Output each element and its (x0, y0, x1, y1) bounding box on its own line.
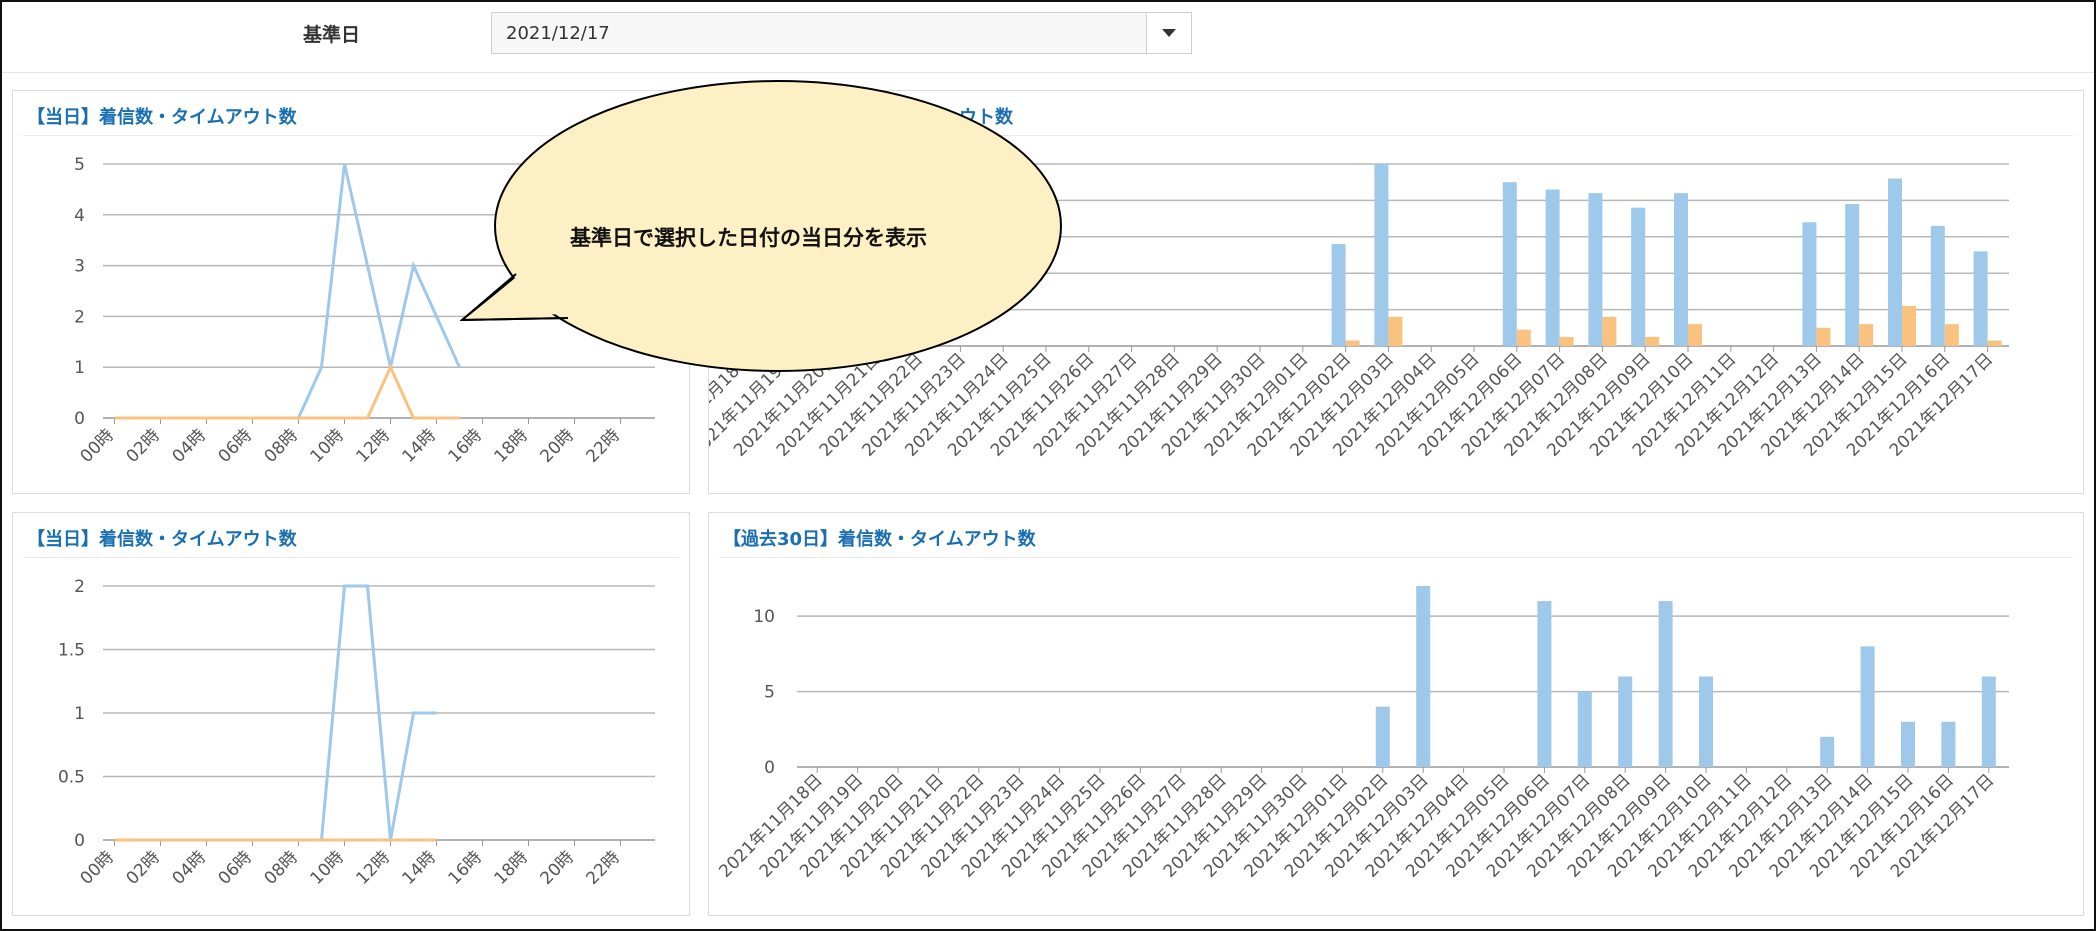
x-tick-label: 10時 (307, 425, 348, 466)
x-tick-label: 04時 (169, 847, 210, 888)
x-tick-label: 12時 (353, 847, 394, 888)
bar-timeout (1816, 327, 1831, 346)
series-line-1 (114, 363, 460, 420)
bar-incoming (1802, 222, 1817, 346)
bar-incoming (1658, 601, 1673, 767)
x-tick-label: 04時 (169, 425, 210, 466)
x-tick-label: 02時 (123, 847, 164, 888)
y-tick-label: 5 (74, 155, 85, 175)
x-tick-label: 06時 (215, 425, 256, 466)
bar-incoming (1981, 676, 1996, 767)
x-tick-label: 00時 (77, 425, 118, 466)
bar-timeout (1345, 340, 1360, 346)
x-tick-label: 22時 (583, 425, 624, 466)
bar-timeout (1688, 324, 1702, 346)
x-tick-label: 08時 (261, 847, 302, 888)
bar-incoming (1331, 244, 1346, 346)
x-tick-label: 00時 (77, 847, 118, 888)
panel-today-bottom: 【当日】着信数・タイムアウト数 0 0.5 1 1.5 2 00時 02時 04時 06時 08時… (12, 512, 690, 916)
y-tick-label: 0 (74, 409, 85, 429)
bar-incoming (1416, 586, 1431, 767)
bar-incoming (1502, 182, 1517, 346)
y-tick-label: 10 (753, 607, 775, 627)
bar-incoming (1577, 691, 1592, 767)
base-date-dropdown-button[interactable] (1146, 13, 1191, 53)
base-date-label: 基準日 (303, 24, 361, 46)
bar-incoming (1699, 676, 1713, 767)
x-tick-label: 16時 (445, 847, 486, 888)
series-line-0 (114, 163, 461, 420)
y-tick-label: 1.5 (58, 641, 85, 661)
y-tick-label: 0.5 (58, 768, 85, 788)
chart-past30-bottom: 05102021年11月18日2021年11月19日2021年11月20日202… (715, 586, 2009, 882)
panel-past30-bottom: 【過去30日】着信数・タイムアウト数 0 5 10 2021年11月18日 2021年1… (708, 512, 2084, 916)
y-tick-label: 0 (764, 758, 775, 778)
x-tick-label: 18時 (491, 425, 532, 466)
bar-incoming (1375, 706, 1390, 767)
x-tick-label: 20時 (537, 847, 578, 888)
x-tick-label: 12時 (353, 425, 394, 466)
y-tick-label: 1 (74, 704, 85, 724)
bar-timeout (1602, 316, 1617, 346)
bar-incoming (1845, 204, 1860, 346)
x-tick-label: 18時 (491, 847, 532, 888)
bar-timeout (1388, 316, 1403, 346)
bar-incoming (1973, 251, 1988, 346)
bar-incoming (1901, 721, 1915, 767)
bar-incoming (1588, 193, 1603, 346)
x-tick-label: 02時 (123, 425, 164, 466)
x-tick-label: 06時 (215, 847, 256, 888)
x-tick-label: 14時 (399, 847, 440, 888)
bar-timeout (1645, 336, 1660, 346)
bar-timeout (1987, 340, 2002, 346)
x-tick-label: 20時 (537, 425, 578, 466)
y-tick-label: 0 (74, 831, 85, 851)
bar-incoming (1820, 736, 1835, 767)
x-tick-label: 16時 (445, 425, 486, 466)
caret-down-icon (1162, 29, 1176, 37)
bar-timeout (1559, 336, 1574, 346)
x-tick-label: 08時 (261, 425, 302, 466)
x-tick-label: 10時 (307, 847, 348, 888)
bar-incoming (1374, 164, 1389, 346)
x-tick-label: 14時 (399, 425, 440, 466)
bar-timeout (1516, 329, 1531, 346)
callout-text: 基準日で選択した日付の当日分を表示 (570, 226, 927, 250)
bar-incoming (1674, 193, 1688, 346)
y-tick-label: 1 (74, 358, 85, 378)
y-tick-label: 5 (764, 683, 775, 703)
bar-incoming (1941, 721, 1956, 767)
header-divider (2, 72, 2094, 73)
bar-incoming (1537, 601, 1552, 767)
bar-incoming (1545, 189, 1560, 346)
chart-today-bottom: 00.511.5200時 02時 04時 06時 08時 10時 12時 14時 16時 18時 2… (58, 577, 655, 889)
y-tick-label: 2 (74, 577, 85, 597)
y-tick-label: 4 (74, 206, 85, 226)
bar-incoming (1888, 178, 1902, 346)
y-tick-label: 3 (74, 257, 85, 277)
bar-incoming (1618, 676, 1633, 767)
bar-incoming (1860, 646, 1875, 767)
base-date-select[interactable]: 2021/12/17 (491, 12, 1192, 54)
bar-incoming (1930, 225, 1945, 346)
base-date-value: 2021/12/17 (506, 23, 610, 44)
bar-timeout (1902, 305, 1916, 346)
bar-incoming (1631, 207, 1646, 346)
x-tick-label: 22時 (583, 847, 624, 888)
bar-timeout (1944, 324, 1959, 346)
bar-timeout (1859, 324, 1874, 346)
y-tick-label: 2 (74, 307, 85, 327)
